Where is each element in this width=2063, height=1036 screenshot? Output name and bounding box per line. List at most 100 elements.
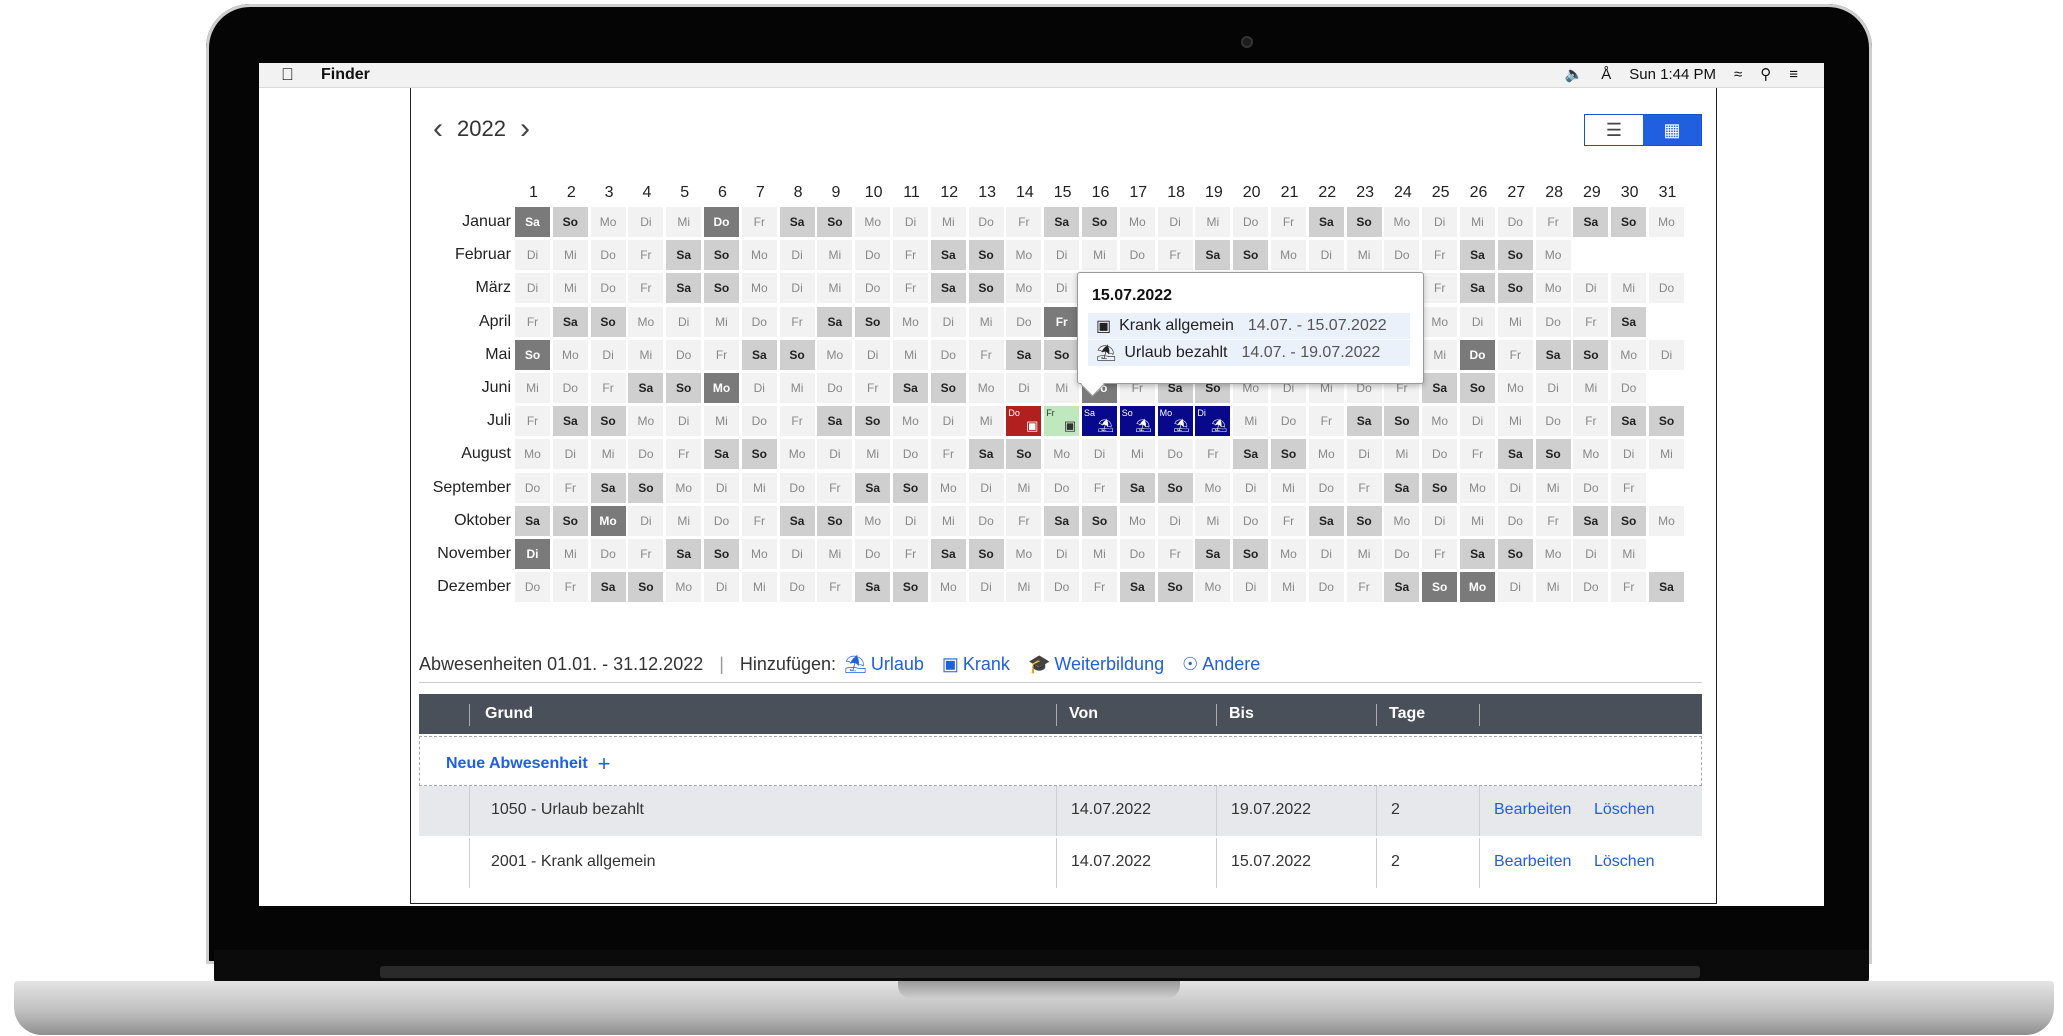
next-year-chevron-icon[interactable]: › bbox=[520, 114, 530, 144]
day-cell[interactable]: Mi bbox=[1649, 439, 1684, 470]
day-cell[interactable]: Di bbox=[666, 306, 702, 337]
day-cell[interactable]: Mo bbox=[1611, 339, 1647, 370]
day-cell[interactable]: Mo bbox=[1460, 472, 1495, 503]
day-cell[interactable]: Mi bbox=[1535, 572, 1571, 603]
day-cell[interactable]: Di bbox=[817, 439, 853, 470]
add-andere-link[interactable]: ☉ Andere bbox=[1182, 654, 1260, 675]
day-cell[interactable]: Mo bbox=[741, 539, 777, 569]
day-cell[interactable]: Mi bbox=[855, 439, 891, 470]
day-cell[interactable]: Di bbox=[779, 240, 815, 271]
day-cell[interactable]: Di bbox=[704, 472, 739, 503]
day-cell[interactable]: Mo bbox=[1422, 306, 1458, 337]
day-cell[interactable]: Di bbox=[1497, 472, 1533, 503]
day-cell[interactable]: Di bbox=[1233, 472, 1269, 503]
day-cell[interactable]: Mo bbox=[1119, 207, 1155, 237]
day-cell[interactable]: Di bbox=[1422, 505, 1458, 536]
day-cell[interactable]: So bbox=[590, 306, 626, 337]
day-cell[interactable]: Mo bbox=[968, 373, 1004, 403]
day-cell[interactable]: So bbox=[1271, 439, 1306, 470]
day-cell[interactable]: Fr bbox=[1422, 539, 1458, 569]
day-cell[interactable]: Di bbox=[1535, 373, 1571, 403]
day-cell[interactable]: Mo bbox=[1649, 505, 1684, 536]
day-cell[interactable]: Di bbox=[741, 373, 777, 403]
day-cell[interactable]: Sa ⛱ bbox=[1082, 406, 1117, 437]
day-cell[interactable]: Do bbox=[741, 306, 777, 337]
day-cell[interactable]: Mo bbox=[1649, 207, 1684, 237]
day-cell[interactable]: Do bbox=[515, 572, 550, 603]
day-cell[interactable]: Mi bbox=[1535, 472, 1571, 503]
day-cell[interactable]: Do bbox=[552, 373, 588, 403]
day-cell[interactable]: So bbox=[930, 373, 966, 403]
day-cell[interactable]: Do bbox=[779, 472, 815, 503]
day-cell[interactable]: Sa bbox=[1119, 472, 1155, 503]
day-cell[interactable]: Mi bbox=[1119, 439, 1155, 470]
apple-icon[interactable]:  bbox=[281, 65, 294, 85]
day-cell[interactable]: So bbox=[552, 207, 588, 237]
day-cell[interactable]: Sa bbox=[552, 406, 588, 437]
day-cell[interactable]: Sa bbox=[1044, 207, 1080, 237]
day-cell[interactable]: Mi bbox=[1460, 207, 1495, 237]
day-cell[interactable]: So bbox=[855, 406, 891, 437]
day-cell[interactable]: Do bbox=[1157, 439, 1193, 470]
day-cell[interactable]: So bbox=[741, 439, 777, 470]
day-cell[interactable]: Mi bbox=[968, 306, 1004, 337]
day-cell[interactable]: Di bbox=[779, 273, 815, 304]
day-cell[interactable]: Mi bbox=[1195, 505, 1231, 536]
day-cell[interactable]: Do bbox=[1497, 207, 1533, 237]
day-cell[interactable]: So bbox=[968, 273, 1004, 304]
day-cell[interactable]: So bbox=[968, 539, 1004, 569]
wifi-icon[interactable]: ≈ bbox=[1734, 66, 1742, 83]
day-cell[interactable]: Do bbox=[704, 207, 739, 237]
day-cell[interactable]: Mo bbox=[779, 439, 815, 470]
column-header-grund[interactable]: Grund bbox=[485, 705, 533, 723]
day-cell[interactable]: Mi bbox=[1611, 273, 1647, 304]
day-cell[interactable]: Do bbox=[1308, 572, 1344, 603]
day-cell[interactable]: Mi bbox=[779, 373, 815, 403]
day-cell[interactable]: Do bbox=[1233, 207, 1269, 237]
day-cell[interactable]: Mi bbox=[1346, 539, 1382, 569]
day-cell[interactable]: Fr bbox=[855, 373, 891, 403]
day-cell[interactable]: Do bbox=[1119, 539, 1155, 569]
day-cell[interactable]: Do ▣ bbox=[1006, 406, 1042, 437]
day-cell[interactable]: Fr bbox=[1308, 406, 1344, 437]
day-cell[interactable]: Mi bbox=[552, 273, 588, 304]
day-cell[interactable]: Mi bbox=[817, 240, 853, 271]
day-cell[interactable]: Mi bbox=[1082, 240, 1117, 271]
app-name[interactable]: Finder bbox=[321, 66, 370, 84]
day-cell[interactable]: Mi bbox=[590, 439, 626, 470]
day-cell[interactable]: Sa bbox=[666, 273, 702, 304]
day-cell[interactable]: Mo bbox=[1535, 539, 1571, 569]
day-cell[interactable]: Do bbox=[968, 505, 1004, 536]
day-cell[interactable]: Do bbox=[817, 373, 853, 403]
day-cell[interactable]: Di bbox=[1044, 539, 1080, 569]
day-cell[interactable]: Fr bbox=[1573, 406, 1609, 437]
clock[interactable]: Sun 1:44 PM bbox=[1629, 66, 1716, 83]
day-cell[interactable]: Mo bbox=[1535, 240, 1571, 271]
day-cell[interactable]: Mi bbox=[1195, 207, 1231, 237]
day-cell[interactable]: So bbox=[1649, 406, 1684, 437]
day-cell[interactable]: Fr bbox=[741, 207, 777, 237]
day-cell[interactable]: Di bbox=[930, 406, 966, 437]
day-cell[interactable]: Sa bbox=[1422, 373, 1458, 403]
day-cell[interactable]: Mo bbox=[1384, 505, 1420, 536]
day-cell[interactable]: Mo bbox=[1271, 240, 1306, 271]
day-cell[interactable]: So ⛱ bbox=[1119, 406, 1155, 437]
day-cell[interactable]: So bbox=[1346, 207, 1382, 237]
day-cell[interactable]: Sa bbox=[930, 240, 966, 271]
day-cell[interactable]: Do bbox=[1573, 472, 1609, 503]
day-cell[interactable]: Di bbox=[1649, 339, 1684, 370]
day-cell[interactable]: Mo bbox=[628, 406, 664, 437]
day-cell[interactable]: Mi bbox=[1497, 306, 1533, 337]
day-cell[interactable]: Mo bbox=[1006, 539, 1042, 569]
day-cell[interactable]: Sa bbox=[893, 373, 928, 403]
add-weiterbildung-link[interactable]: 🎓 Weiterbildung bbox=[1028, 654, 1164, 675]
day-cell[interactable]: Do bbox=[893, 439, 928, 470]
day-cell[interactable]: Mo bbox=[817, 339, 853, 370]
day-cell[interactable]: So bbox=[1497, 273, 1533, 304]
day-cell[interactable]: Do bbox=[855, 240, 891, 271]
day-cell[interactable]: Fr bbox=[515, 306, 550, 337]
day-cell[interactable]: Mi bbox=[817, 539, 853, 569]
day-cell[interactable]: So bbox=[1082, 207, 1117, 237]
delete-link[interactable]: Löschen bbox=[1594, 853, 1655, 871]
day-cell[interactable]: Fr bbox=[893, 273, 928, 304]
